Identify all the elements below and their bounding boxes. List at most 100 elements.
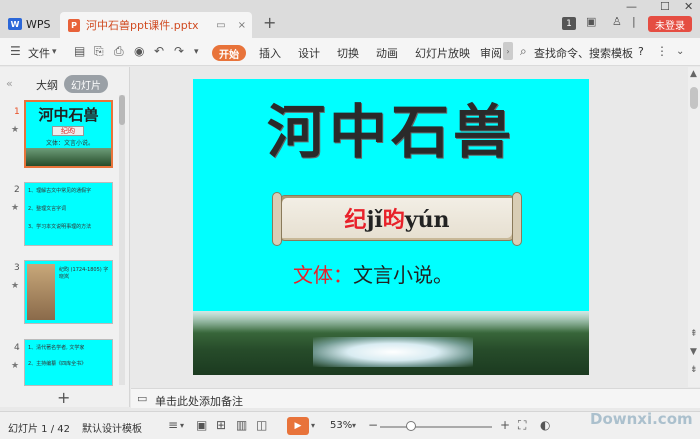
scroll-down-icon[interactable]: ▼ <box>690 347 697 357</box>
collapse-panel-icon[interactable]: « <box>6 77 13 90</box>
tab-slides[interactable]: 幻灯片 <box>64 75 108 93</box>
document-tab[interactable]: P 河中石兽ppt课件.pptx ▭ × <box>60 12 252 38</box>
scroll-page-down-icon[interactable]: ⇟ <box>690 365 698 375</box>
maximize-icon[interactable]: ☐ <box>660 0 670 13</box>
thumbnail-line: 文体：文言小说。 <box>46 140 95 147</box>
undo-icon[interactable]: ↶ <box>154 44 164 58</box>
slide-sorter-icon[interactable]: ⊞ <box>216 418 226 432</box>
animation-star-icon: ★ <box>11 361 20 371</box>
collapse-ribbon-icon[interactable]: ⌄ <box>676 46 684 57</box>
animation-star-icon: ★ <box>11 125 20 135</box>
zoom-in-icon[interactable]: + <box>500 418 510 432</box>
wps-logo-icon: W <box>8 18 22 30</box>
slide-thumbnail-2[interactable]: 1、理解古文中常见的通假字 2、整理文言字词 3、学习本文说明事理的方法 <box>24 182 113 246</box>
reading-view-icon[interactable]: ▥ <box>236 418 247 432</box>
tab-review[interactable]: 审阅 <box>480 45 502 61</box>
play-options-chevron-icon[interactable]: ▾ <box>311 421 315 430</box>
thumbnail-number: 3 <box>14 263 20 273</box>
zoom-out-icon[interactable]: − <box>368 418 378 432</box>
author-pinyin-1: jǐ <box>366 207 383 233</box>
notes-toggle-chevron-icon[interactable]: ▾ <box>180 421 184 430</box>
title-bar: W WPS P 河中石兽ppt课件.pptx ▭ × + — ☐ ✕ 1 ▣ ♙… <box>0 0 700 38</box>
thumbnail-title: 河中石兽 <box>38 106 99 124</box>
tab-home[interactable]: 开始 <box>212 45 246 61</box>
thumbnail-text-line: 2、主持编纂《四库全书》 <box>28 361 87 367</box>
notes-placeholder[interactable]: 单击此处添加备注 <box>155 393 243 409</box>
slide-vertical-scrollbar[interactable]: ▲ ⇞ ▼ ⇟ <box>688 67 700 387</box>
add-slide-icon[interactable]: + <box>57 388 70 407</box>
quick-access-chevron-icon[interactable]: ▾ <box>194 47 199 57</box>
slide-thumbnail-3[interactable]: 纪昀 (1724-1805) 字晓岚 <box>24 260 113 324</box>
slide-thumbnail-4[interactable]: 1、清代著名学者, 文学家 2、主持编纂《四库全书》 <box>24 339 113 386</box>
thumbnail-number: 2 <box>14 185 20 195</box>
protect-eye-icon[interactable]: ◐ <box>540 418 550 432</box>
save-icon[interactable]: ▤ <box>74 44 85 58</box>
ribbon-toolbar: ☰ 文件 ▾ ▤ ⎘ ⎙ ◉ ↶ ↷ ▾ 开始 插入 设计 切换 动画 幻灯片放… <box>0 38 700 66</box>
author-name: 纪jǐ昀yún <box>344 202 449 234</box>
tab-transition[interactable]: 切换 <box>337 45 359 61</box>
redo-icon[interactable]: ↷ <box>174 44 184 58</box>
thumbnail-scrollbar[interactable] <box>119 95 125 385</box>
zoom-chevron-icon[interactable]: ▾ <box>352 421 356 430</box>
scroll-page-up-icon[interactable]: ⇞ <box>690 329 698 339</box>
thumbnail-portrait <box>27 264 55 320</box>
ribbon-scroll-right-icon[interactable]: › <box>503 42 513 60</box>
notes-toggle-icon[interactable]: ≡ <box>168 418 178 432</box>
print-preview-icon[interactable]: ◉ <box>134 44 144 58</box>
tab-animation[interactable]: 动画 <box>376 45 398 61</box>
page-count-badge[interactable]: 1 <box>562 17 576 30</box>
genre-line[interactable]: 文体：文言小说。 <box>293 259 453 288</box>
more-options-icon[interactable]: ⋮ <box>656 44 668 58</box>
genre-label: 文体： <box>293 263 353 287</box>
tab-design[interactable]: 设计 <box>298 45 320 61</box>
pptx-file-icon: P <box>68 18 80 32</box>
menu-icon[interactable]: ☰ <box>10 44 21 58</box>
search-icon[interactable]: ⌕ <box>520 44 527 59</box>
scroll-up-icon[interactable]: ▲ <box>690 69 697 79</box>
waterfall-landscape-image[interactable] <box>193 311 589 375</box>
tab-monitor-icon[interactable]: ▭ <box>216 20 225 31</box>
normal-view-icon[interactable]: ▣ <box>196 418 207 432</box>
presenter-icon[interactable]: ◫ <box>256 418 267 432</box>
tab-close-icon[interactable]: × <box>238 20 246 31</box>
close-window-icon[interactable]: ✕ <box>684 0 693 13</box>
zoom-level[interactable]: 53% <box>330 420 352 431</box>
tab-insert[interactable]: 插入 <box>259 45 281 61</box>
thumbnail-text-line: 3、学习本文说明事理的方法 <box>28 224 92 230</box>
slide-thumbnail-1[interactable]: 河中石兽 纪昀 文体：文言小说。 <box>24 100 113 168</box>
wps-home-tab[interactable]: W WPS <box>4 14 54 34</box>
play-slideshow-button[interactable]: ▶ <box>287 417 309 435</box>
thumbnail-caption: 纪昀 (1724-1805) 字晓岚 <box>59 267 109 280</box>
shirt-icon[interactable]: ♙ <box>612 15 622 28</box>
thumbnail-scrollbar-thumb[interactable] <box>119 95 125 125</box>
fit-window-icon[interactable]: ⛶ <box>518 418 526 433</box>
wps-home-label: WPS <box>26 17 51 31</box>
thumbnail-text-line: 2、整理文言字词 <box>28 206 67 212</box>
notes-icon: ▭ <box>137 392 148 405</box>
tab-slideshow[interactable]: 幻灯片放映 <box>415 45 470 61</box>
export-pdf-icon[interactable]: ⎘ <box>94 44 104 59</box>
notes-pane[interactable]: ▭ 单击此处添加备注 <box>131 388 700 408</box>
login-button[interactable]: 未登录 <box>648 16 692 32</box>
new-tab-icon[interactable]: + <box>263 13 276 32</box>
search-command-field[interactable]: 查找命令、搜索模板 <box>534 45 633 61</box>
animation-star-icon: ★ <box>11 203 20 213</box>
design-template-label[interactable]: 默认设计模板 <box>82 420 142 435</box>
current-slide[interactable]: 河中石兽 纪jǐ昀yún 文体：文言小说。 <box>193 79 589 375</box>
tab-outline[interactable]: 大纲 <box>36 77 58 93</box>
help-icon[interactable]: ? <box>638 45 644 58</box>
author-scroll-banner[interactable]: 纪jǐ昀yún <box>272 192 522 246</box>
slide-title[interactable]: 河中石兽 <box>193 85 589 169</box>
zoom-slider[interactable] <box>380 426 492 428</box>
author-char-1: 纪 <box>344 207 367 233</box>
print-icon[interactable]: ⎙ <box>114 44 124 59</box>
skin-icon[interactable]: ▣ <box>586 15 596 28</box>
thumbnail-text-line: 1、理解古文中常见的通假字 <box>28 188 92 194</box>
thumbnail-subtitle: 纪昀 <box>52 126 84 136</box>
minimize-icon[interactable]: — <box>626 0 637 13</box>
chevron-down-icon[interactable]: ▾ <box>52 47 57 57</box>
thumbnail-text-line: 1、清代著名学者, 文学家 <box>28 345 85 351</box>
vertical-scrollbar-thumb[interactable] <box>690 87 698 109</box>
zoom-slider-knob[interactable] <box>406 421 416 431</box>
file-menu[interactable]: 文件 <box>28 45 50 61</box>
